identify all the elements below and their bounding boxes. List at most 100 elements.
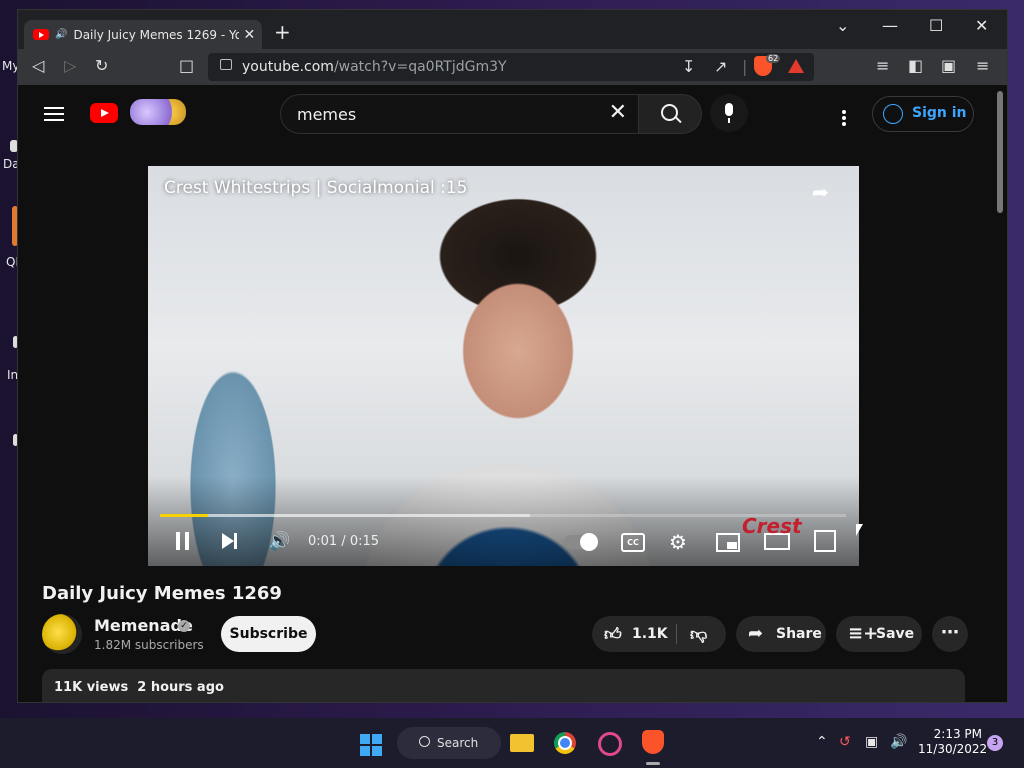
- new-tab-icon[interactable]: +: [274, 22, 291, 42]
- thumbs-down-icon[interactable]: 👎︎: [690, 624, 707, 645]
- pause-icon[interactable]: [176, 532, 180, 550]
- sign-in-button[interactable]: Sign in: [872, 96, 974, 132]
- fullscreen-icon[interactable]: [814, 530, 836, 552]
- start-windows-icon[interactable]: [360, 734, 382, 756]
- buffered-bar: [160, 514, 531, 517]
- file-explorer-icon[interactable]: [510, 734, 534, 752]
- install-icon[interactable]: ↧: [682, 58, 695, 76]
- ad-title[interactable]: Crest Whitestrips | Socialmonial :15: [164, 178, 468, 198]
- playlist-icon[interactable]: ≡: [876, 57, 889, 75]
- sign-in-label: Sign in: [912, 105, 967, 121]
- active-app-indicator: [646, 762, 660, 765]
- desktop-icon[interactable]: [10, 140, 18, 152]
- browser-toolbar: ◁ ▷ ↻ □ youtube.com/watch?v=qa0RTjdGm3Y …: [18, 49, 1007, 85]
- desktop-icon-label[interactable]: In: [7, 368, 18, 382]
- share-arrow-icon[interactable]: ➦: [812, 180, 829, 204]
- more-horizontal-icon: ⋯: [941, 622, 959, 643]
- search-icon: [419, 736, 430, 747]
- search-input[interactable]: memes: [297, 105, 356, 124]
- close-window-icon[interactable]: ✕: [975, 16, 988, 35]
- mouse-cursor-icon: [856, 524, 863, 536]
- brave-browser-icon[interactable]: [642, 730, 664, 754]
- audio-playing-icon[interactable]: 🔊: [55, 29, 67, 40]
- thumbs-up-icon[interactable]: 👍︎: [604, 624, 622, 645]
- sidebar-icon[interactable]: ◧: [908, 57, 923, 75]
- subscriber-count: 1.82M subscribers: [94, 638, 204, 652]
- bookmark-icon[interactable]: □: [179, 57, 194, 75]
- address-bar[interactable]: youtube.com/watch?v=qa0RTjdGm3Y ↧ ↗ |: [208, 53, 814, 81]
- clock-date: 11/30/2022: [918, 742, 988, 756]
- like-count[interactable]: 1.1K: [632, 626, 668, 642]
- taskbar: Search ⌃ ↺ ▣ 🔊 2:13 PM 11/30/2022 3: [0, 718, 1024, 768]
- toolbar-divider: |: [742, 57, 748, 76]
- more-actions-button[interactable]: ⋯: [932, 616, 968, 652]
- page-scrollbar[interactable]: [993, 85, 1007, 702]
- chrome-icon[interactable]: [554, 732, 576, 754]
- desktop-icon-label[interactable]: My: [2, 59, 19, 73]
- taskbar-search-label: Search: [437, 736, 479, 750]
- network-icon[interactable]: ▣: [865, 734, 878, 750]
- shields-count-badge: 62: [766, 54, 781, 63]
- search-button[interactable]: [638, 94, 702, 134]
- address-url: youtube.com/watch?v=qa0RTjdGm3Y: [242, 59, 507, 75]
- reload-icon[interactable]: ↻: [95, 57, 108, 75]
- hamburger-menu-icon[interactable]: [44, 107, 64, 121]
- more-options-icon[interactable]: [842, 116, 846, 120]
- voice-search-icon[interactable]: [710, 94, 748, 132]
- close-tab-icon[interactable]: ✕: [243, 27, 255, 43]
- maximize-window-icon[interactable]: ☐: [929, 16, 943, 35]
- tray-overflow-chevron-icon[interactable]: ⌃: [816, 734, 828, 750]
- share-page-icon[interactable]: ↗: [714, 58, 727, 76]
- brand-watermark: Crest: [742, 514, 802, 538]
- miniplayer-icon[interactable]: [716, 533, 740, 552]
- description-box[interactable]: 11K views 2 hours ago: [42, 669, 965, 702]
- back-icon[interactable]: ◁: [32, 57, 44, 75]
- brave-rewards-icon[interactable]: [788, 59, 804, 73]
- tab-search-chevron-icon[interactable]: ⌄: [836, 16, 849, 35]
- autoplay-toggle[interactable]: [564, 533, 598, 551]
- minimize-window-icon[interactable]: —: [882, 16, 898, 35]
- scrollbar-thumb[interactable]: [997, 91, 1003, 213]
- app-ring-icon[interactable]: [598, 732, 622, 756]
- share-label: Share: [776, 626, 822, 642]
- tab-youtube[interactable]: 🔊 Daily Juicy Memes 1269 - YouT ✕: [24, 20, 262, 49]
- search-icon: [661, 104, 678, 121]
- taskbar-search[interactable]: Search: [397, 727, 501, 759]
- save-label: Save: [876, 626, 915, 642]
- tab-strip: 🔊 Daily Juicy Memes 1269 - YouT ✕ + ⌄ — …: [18, 10, 1007, 49]
- youtube-header: memes ✕ Sign in: [18, 85, 993, 141]
- captions-icon[interactable]: CC: [621, 533, 645, 552]
- browser-window: 🔊 Daily Juicy Memes 1269 - YouT ✕ + ⌄ — …: [18, 10, 1007, 702]
- share-button[interactable]: ➦ Share: [736, 616, 826, 652]
- verified-icon: ✓: [178, 620, 190, 632]
- speaker-icon[interactable]: 🔊: [890, 734, 907, 750]
- volume-icon[interactable]: 🔊: [268, 531, 290, 552]
- subscribe-button[interactable]: Subscribe: [221, 616, 316, 652]
- lock-icon: [220, 59, 232, 70]
- notification-badge[interactable]: 3: [987, 735, 1003, 751]
- time-display: 0:01 / 0:15: [308, 534, 380, 549]
- browser-menu-icon[interactable]: ≡: [976, 57, 989, 75]
- played-bar: [160, 514, 209, 517]
- wallet-icon[interactable]: ▣: [941, 57, 956, 75]
- youtube-logo-icon[interactable]: [90, 103, 118, 123]
- youtube-doodle[interactable]: [130, 99, 186, 125]
- forward-icon[interactable]: ▷: [64, 57, 76, 75]
- clock[interactable]: 2:13 PM 11/30/2022: [918, 727, 988, 757]
- clear-search-icon[interactable]: ✕: [609, 100, 627, 125]
- search-box[interactable]: memes ✕: [280, 94, 640, 134]
- channel-avatar[interactable]: [42, 614, 82, 654]
- account-icon: [883, 104, 903, 124]
- clock-time: 2:13 PM: [933, 727, 982, 741]
- save-button[interactable]: ≡+ Save: [836, 616, 922, 652]
- video-title: Daily Juicy Memes 1269: [42, 583, 282, 604]
- sync-alert-icon[interactable]: ↺: [839, 734, 851, 750]
- add-to-playlist-icon: ≡+: [848, 623, 879, 644]
- share-icon: ➦: [748, 623, 764, 644]
- next-icon[interactable]: [222, 533, 237, 549]
- video-player[interactable]: Crest Whitestrips | Socialmonial :15 ➦ 🔊…: [148, 166, 859, 566]
- like-dislike-group: 👍︎ 1.1K 👎︎: [592, 616, 726, 652]
- view-count-and-date: 11K views 2 hours ago: [54, 680, 224, 695]
- like-divider: [676, 624, 677, 644]
- settings-gear-icon[interactable]: ⚙: [669, 530, 687, 554]
